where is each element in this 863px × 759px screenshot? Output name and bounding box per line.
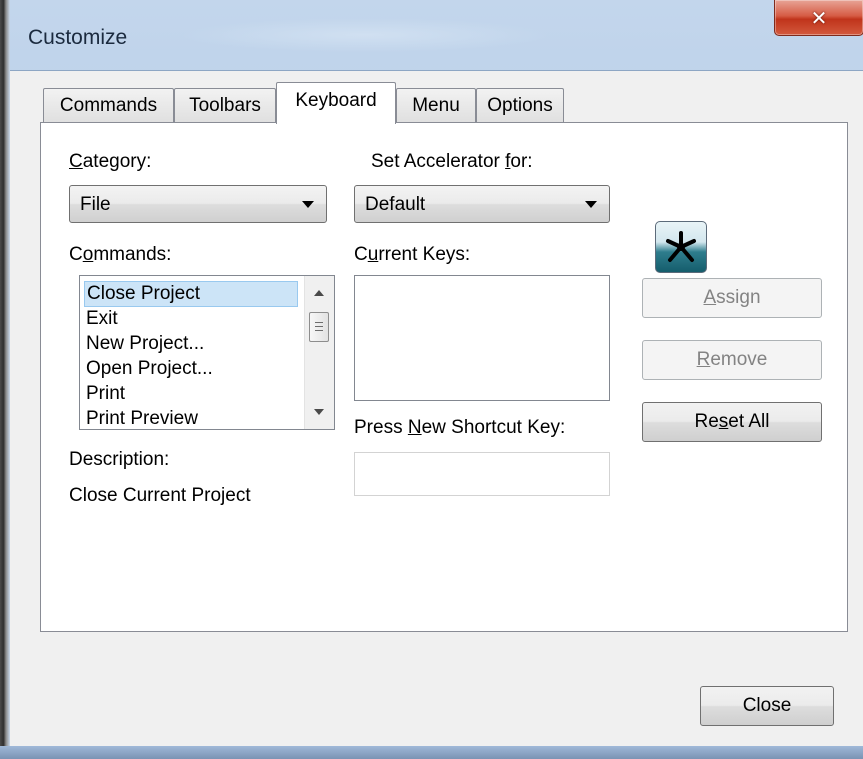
grip-line <box>315 330 323 331</box>
current-keys-label: Current Keys: <box>354 244 471 265</box>
close-button-label: Close <box>742 695 792 716</box>
grip-line <box>315 326 323 327</box>
new-shortcut-input[interactable] <box>354 452 610 496</box>
tab-options[interactable]: Options <box>476 88 564 122</box>
category-dropdown[interactable]: File <box>69 185 327 223</box>
list-item[interactable]: New Project... <box>84 331 298 357</box>
remove-button[interactable]: Remove <box>642 340 822 380</box>
tab-menu[interactable]: Menu <box>396 88 476 122</box>
description-value: Close Current Project <box>69 485 251 506</box>
network-node-icon-graphic <box>666 231 696 262</box>
tab-label: Keyboard <box>295 90 377 111</box>
set-accelerator-value: Default <box>365 194 426 215</box>
commands-scrollbar[interactable] <box>304 276 334 429</box>
set-accelerator-dropdown[interactable]: Default <box>354 185 610 223</box>
tab-label: Menu <box>412 94 460 116</box>
chevron-down-icon <box>585 201 597 208</box>
commands-listbox[interactable]: Close Project Exit New Project... Open P… <box>79 275 335 430</box>
tab-commands[interactable]: Commands <box>43 88 174 122</box>
grip-line <box>315 322 323 323</box>
dialog-client-area: Commands Toolbars Keyboard Menu Options … <box>10 70 863 747</box>
keyboard-tab-panel: Category: File Commands: Close Project E… <box>40 122 848 632</box>
tab-label: Options <box>487 94 553 116</box>
scroll-thumb[interactable] <box>309 312 329 342</box>
close-button[interactable]: Close <box>700 686 834 726</box>
new-shortcut-label: Press New Shortcut Key: <box>354 417 566 438</box>
list-item[interactable]: Print Preview <box>84 406 298 429</box>
tab-toolbars[interactable]: Toolbars <box>174 88 276 122</box>
window-close-button[interactable]: ✕ <box>774 0 863 36</box>
network-node-icon <box>655 221 707 273</box>
assign-button[interactable]: Assign <box>642 278 822 318</box>
list-item[interactable]: Exit <box>84 306 298 332</box>
current-keys-listbox[interactable] <box>354 275 610 401</box>
tab-keyboard[interactable]: Keyboard <box>276 82 396 124</box>
commands-label: Commands: <box>69 244 172 265</box>
description-label: Description: <box>69 449 170 470</box>
reset-all-button-label: Reset All <box>694 411 770 432</box>
tab-label: Commands <box>59 94 158 116</box>
list-item[interactable]: Print <box>84 381 298 407</box>
reset-all-button[interactable]: Reset All <box>642 402 822 442</box>
tab-label: Toolbars <box>189 94 261 116</box>
list-item[interactable]: Open Project... <box>84 356 298 382</box>
set-accelerator-label: Set Accelerator for: <box>371 151 533 172</box>
title-bar[interactable]: Customize ✕ <box>10 0 863 70</box>
customize-dialog: Customize ✕ Commands Toolbars Keyboard M… <box>0 0 863 759</box>
category-label: Category: <box>69 151 152 172</box>
window-title: Customize <box>28 26 128 49</box>
close-icon: ✕ <box>810 5 828 30</box>
assign-button-label: Assign <box>703 287 761 308</box>
window-frame-left <box>0 0 10 759</box>
window-frame-bottom <box>0 746 863 759</box>
scroll-up-arrow-icon[interactable] <box>314 290 324 296</box>
remove-button-label: Remove <box>696 349 768 370</box>
chevron-down-icon <box>302 201 314 208</box>
list-item[interactable]: Close Project <box>84 281 298 307</box>
scroll-down-arrow-icon[interactable] <box>314 409 324 415</box>
title-glow <box>180 18 550 52</box>
category-value: File <box>80 194 111 215</box>
